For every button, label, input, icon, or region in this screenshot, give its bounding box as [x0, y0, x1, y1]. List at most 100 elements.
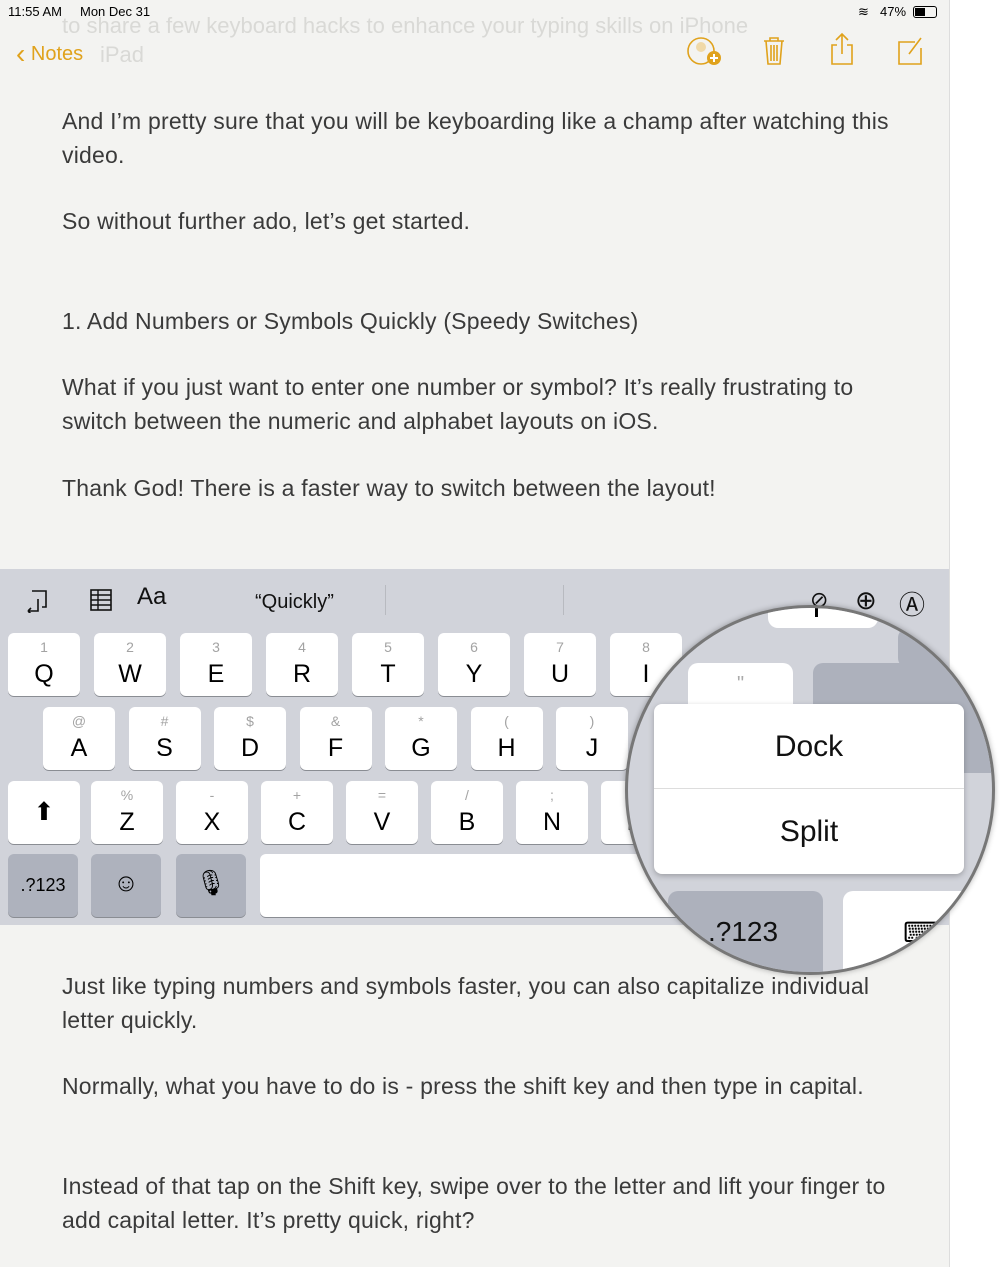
p-key: P: [768, 608, 878, 628]
key-f[interactable]: & F: [299, 707, 372, 770]
key-q[interactable]: 1Q: [8, 633, 80, 696]
key-d[interactable]: $ D: [214, 707, 286, 770]
undo-icon[interactable]: [24, 589, 50, 613]
key-label: Z: [119, 808, 135, 836]
note-paragraph[interactable]: Instead of that tap on the Shift key, sw…: [62, 1169, 922, 1237]
key-hint: ): [589, 713, 595, 729]
share-icon[interactable]: [830, 32, 854, 66]
key-label: Y: [465, 660, 483, 688]
emoji-icon: ☺: [113, 869, 139, 897]
key-label: T: [380, 660, 396, 688]
key-hint: +: [292, 787, 302, 803]
trash-icon[interactable]: [762, 36, 786, 66]
markup-icon[interactable]: Ⓐ: [899, 585, 925, 622]
scrolled-text: to share a few keyboard hacks to enhance…: [62, 13, 749, 38]
space-key[interactable]: [260, 854, 680, 917]
dock-option[interactable]: Dock: [654, 704, 964, 789]
table-icon[interactable]: [90, 589, 112, 611]
key-label: F: [327, 734, 344, 762]
shift-icon: ⬆: [33, 798, 55, 826]
delete-key: [898, 628, 958, 668]
key-z[interactable]: % Z: [91, 781, 163, 844]
key-hint: #: [160, 713, 169, 729]
back-button[interactable]: ‹ Notes: [16, 38, 83, 70]
key-c[interactable]: + C: [261, 781, 333, 844]
key-label: D: [240, 734, 260, 762]
keyboard-mode-menu: Dock Split: [654, 704, 964, 874]
key-e[interactable]: 3E: [180, 633, 252, 696]
numbers-key-label: .?123: [20, 875, 66, 895]
key-n[interactable]: ; N: [516, 781, 588, 844]
key-h[interactable]: (H: [470, 707, 543, 770]
key-label: W: [118, 660, 142, 688]
key-a[interactable]: @ A: [43, 707, 115, 770]
note-paragraph[interactable]: So without further ado, let’s get starte…: [62, 204, 922, 238]
key-g[interactable]: * G: [385, 707, 457, 770]
battery-icon: [913, 6, 937, 18]
key-hint: =: [377, 787, 387, 803]
key-label: U: [550, 660, 570, 688]
add-people-icon[interactable]: [686, 36, 724, 68]
key-label: H: [497, 734, 516, 762]
key-hint: ;: [550, 787, 554, 803]
key-label: R: [292, 660, 312, 688]
wifi-icon: ≋: [858, 4, 869, 19]
key-hint: %: [120, 787, 134, 803]
note-paragraph[interactable]: Thank God! There is a faster way to swit…: [62, 471, 922, 505]
key-r[interactable]: 4R: [266, 633, 338, 696]
key-label: J: [585, 734, 599, 762]
format-button[interactable]: Aa: [137, 583, 166, 611]
key-label: S: [156, 734, 173, 762]
note-heading[interactable]: 1. Add Numbers or Symbols Quickly (Speed…: [62, 304, 922, 338]
numbers-key[interactable]: .?123: [8, 854, 78, 917]
key-s[interactable]: # S: [128, 707, 201, 770]
key-x[interactable]: -X: [176, 781, 248, 844]
key-j[interactable]: ) J: [556, 707, 628, 770]
microphone-icon: 🎙: [195, 869, 227, 897]
key-label: E: [207, 660, 225, 688]
key-hint: (: [504, 713, 509, 729]
key-hint: 8: [642, 639, 650, 655]
key-hint: 4: [298, 639, 306, 655]
note-paragraph[interactable]: And I’m pretty sure that you will be key…: [62, 104, 922, 172]
note-paragraph[interactable]: What if you just want to enter one numbe…: [62, 370, 922, 438]
key-hint: -: [209, 787, 215, 803]
emoji-key[interactable]: ☺: [91, 854, 161, 917]
shift-key[interactable]: ⬆: [8, 781, 80, 844]
key-v[interactable]: = V: [346, 781, 418, 844]
keyboard-icon: ⌨: [903, 917, 944, 948]
key-label: G: [411, 734, 431, 762]
battery-percent: 47%: [880, 4, 907, 19]
magnifier: P " Dock Split .?123 ⌨: [625, 605, 995, 975]
magnified-numbers-key: .?123: [668, 891, 823, 972]
key-hint: *: [418, 713, 424, 729]
key-t[interactable]: 5T: [352, 633, 424, 696]
key-u[interactable]: 7U: [524, 633, 596, 696]
divider: [385, 585, 386, 615]
key-label: X: [203, 808, 221, 836]
key-hint: $: [246, 713, 254, 729]
suggestion[interactable]: “Quickly”: [255, 591, 334, 614]
status-time: 11:55 AM: [8, 4, 62, 19]
compose-icon[interactable]: [897, 36, 925, 66]
key-label: N: [542, 808, 562, 836]
key-hint: &: [330, 713, 341, 729]
key-hint: 5: [384, 639, 392, 655]
key-hint: 7: [556, 639, 564, 655]
key-hint: 6: [470, 639, 478, 655]
key-b[interactable]: / B: [431, 781, 503, 844]
split-option[interactable]: Split: [654, 789, 964, 874]
key-w[interactable]: 2W: [94, 633, 166, 696]
dictation-key[interactable]: 🎙: [176, 854, 246, 917]
chevron-left-icon: ‹: [16, 38, 26, 69]
key-hint: 2: [126, 639, 134, 655]
key-label: A: [70, 734, 88, 762]
key-y[interactable]: 6Y: [438, 633, 510, 696]
note-paragraph[interactable]: Normally, what you have to do is - press…: [62, 1069, 922, 1103]
key-hint: 3: [212, 639, 220, 655]
note-paragraph[interactable]: Just like typing numbers and symbols fas…: [62, 969, 922, 1037]
back-label: Notes: [30, 43, 84, 65]
scrolled-text: iPad: [100, 42, 145, 67]
key-hint: 1: [40, 639, 48, 655]
divider: [563, 585, 564, 615]
